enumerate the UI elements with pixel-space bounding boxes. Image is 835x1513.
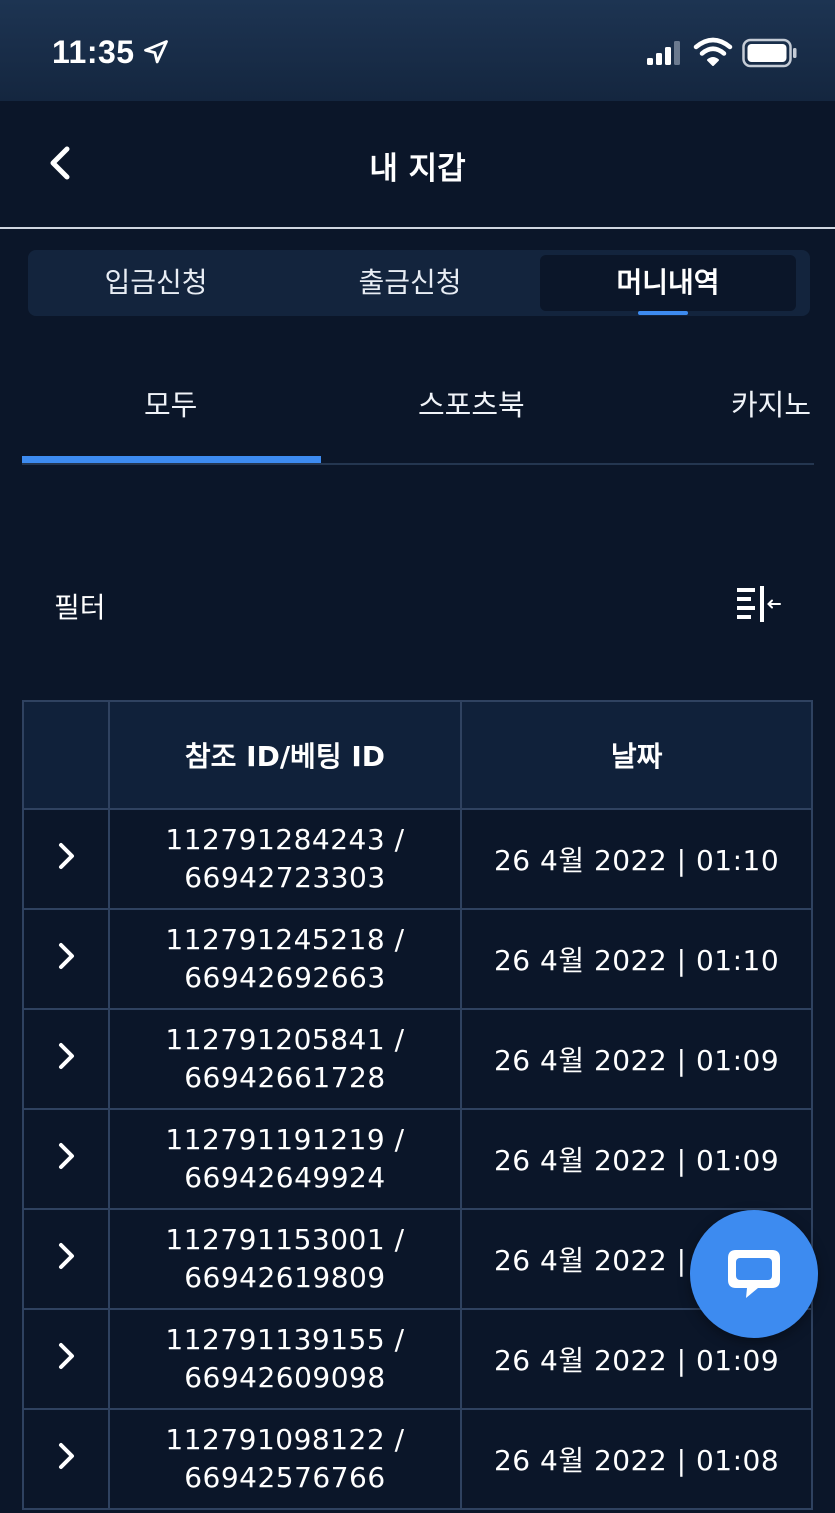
segment-withdraw-request[interactable]: 출금신청 [282, 255, 538, 311]
bet-id: 66942649924 [184, 1161, 386, 1194]
chevron-right-icon [58, 1242, 74, 1269]
table-header-row: 참조 ID/베팅 ID 날짜 [22, 700, 813, 810]
ref-id: 112791139155 / [165, 1323, 405, 1356]
ref-id: 112791153001 / [165, 1223, 405, 1256]
wifi-icon [693, 37, 733, 66]
ref-id: 112791191219 / [165, 1123, 405, 1156]
chevron-right-icon [58, 1442, 74, 1469]
table-row[interactable]: 112791205841 / 66942661728 26 4월 2022 | 0… [22, 1008, 813, 1110]
filter-icon[interactable] [734, 584, 782, 624]
bet-id: 66942661728 [184, 1061, 386, 1094]
chevron-right-icon [58, 1042, 74, 1069]
tab-sportsbook[interactable]: 스포츠북 [418, 382, 525, 424]
bet-id: 66942619809 [184, 1261, 386, 1294]
ref-bet-id-cell: 112791245218 / 66942692663 [107, 908, 463, 1010]
row-expand-button[interactable] [22, 1108, 110, 1210]
table-row[interactable]: 112791284243 / 66942723303 26 4월 2022 | 0… [22, 808, 813, 910]
date-cell: 26 4월 2022 | 01:10 [460, 908, 813, 1010]
table-row[interactable]: 112791245218 / 66942692663 26 4월 2022 | 0… [22, 908, 813, 1010]
row-expand-button[interactable] [22, 808, 110, 910]
bet-id: 66942723303 [184, 861, 386, 894]
chevron-right-icon [58, 842, 74, 869]
row-expand-button[interactable] [22, 1408, 110, 1510]
row-expand-button[interactable] [22, 908, 110, 1010]
date-cell: 26 4월 2022 | 01:10 [460, 808, 813, 910]
ref-bet-id-cell: 112791205841 / 66942661728 [107, 1008, 463, 1110]
chevron-right-icon [58, 1142, 74, 1169]
bet-id: 66942609098 [184, 1361, 386, 1394]
date-cell: 26 4월 2022 | 01:09 [460, 1108, 813, 1210]
app-header: 내 지갑 [0, 101, 835, 229]
ref-bet-id-cell: 112791139155 / 66942609098 [107, 1308, 463, 1410]
live-chat-button[interactable] [690, 1210, 818, 1338]
row-expand-button[interactable] [22, 1208, 110, 1310]
bet-id: 66942692663 [184, 961, 386, 994]
status-time: 11:35 [52, 34, 135, 70]
header-ref-bet-id: 참조 ID/베팅 ID [107, 700, 463, 810]
ref-bet-id-cell: 112791098122 / 66942576766 [107, 1408, 463, 1510]
header-expand [22, 700, 110, 810]
ref-id: 112791284243 / [165, 823, 405, 856]
segment-money-history-label: 머니내역 [616, 266, 720, 299]
history-subtabs: 모두 스포츠북 카지노 [22, 360, 814, 465]
tab-all[interactable]: 모두 [144, 382, 197, 424]
location-arrow-icon [144, 40, 168, 64]
bet-id: 66942576766 [184, 1461, 386, 1494]
table-row[interactable]: 112791139155 /66942609098 26 4월 2022 | 0… [22, 1308, 813, 1410]
ref-id: 112791098122 / [165, 1423, 405, 1456]
segment-active-underline [638, 311, 688, 315]
filter-label: 필터 [54, 591, 106, 624]
history-table: 참조 ID/베팅 ID 날짜 112791284243 / 66942723303… [22, 700, 813, 1510]
ref-bet-id-cell: 112791153001 / 66942619809 [107, 1208, 463, 1310]
signal-icon [647, 41, 680, 65]
date-cell: 26 4월 2022 | 01:08 [460, 1408, 813, 1510]
tab-casino[interactable]: 카지노 [731, 382, 811, 424]
chevron-right-icon [58, 942, 74, 969]
segment-money-history[interactable]: 머니내역 [540, 255, 796, 315]
tab-active-indicator [22, 456, 321, 463]
ref-id: 112791245218 / [165, 923, 405, 956]
row-expand-button[interactable] [22, 1308, 110, 1410]
table-row[interactable]: 112791098122 / 66942576766 26 4월 2022 | 0… [22, 1408, 813, 1510]
table-row[interactable]: 112791191219 / 66942649924 26 4월 2022 | 0… [22, 1108, 813, 1210]
page-title: 내 지갑 [369, 151, 466, 187]
ref-bet-id-cell: 112791191219 / 66942649924 [107, 1108, 463, 1210]
status-bar: 11:35 [0, 0, 835, 101]
date-cell: 26 4월 2022 | 01:09 [460, 1008, 813, 1110]
ref-bet-id-cell: 112791284243 / 66942723303 [107, 808, 463, 910]
segment-deposit-request[interactable]: 입금신청 [28, 255, 284, 311]
chat-icon [728, 1250, 780, 1298]
header-date: 날짜 [460, 700, 813, 810]
battery-icon [742, 38, 797, 68]
ref-id: 112791205841 / [165, 1023, 405, 1056]
row-expand-button[interactable] [22, 1008, 110, 1110]
chevron-right-icon [58, 1342, 74, 1369]
wallet-segment-control: 입금신청 출금신청 머니내역 [28, 250, 810, 316]
